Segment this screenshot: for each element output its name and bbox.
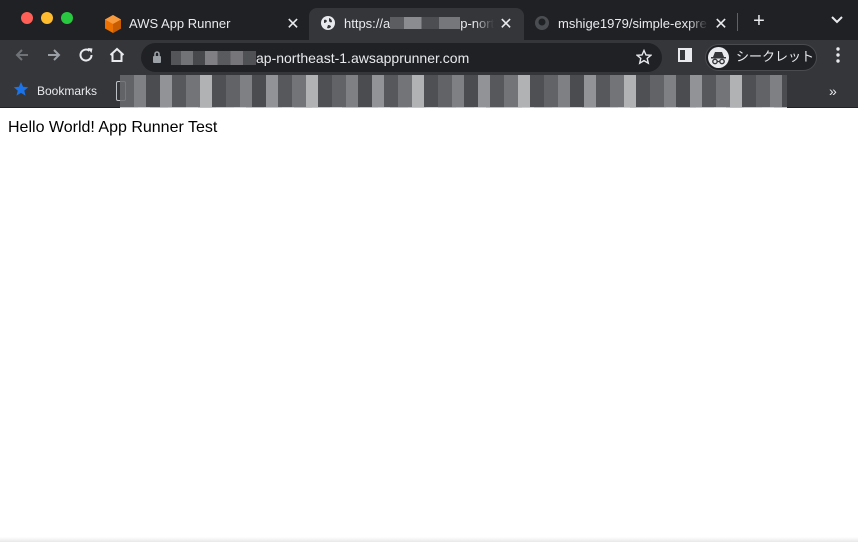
maximize-window-button[interactable] (61, 12, 73, 24)
address-bar[interactable]: ap-northeast-1.awsapprunner.com (141, 43, 662, 72)
new-tab-button[interactable]: + (748, 10, 770, 32)
reload-icon (77, 46, 95, 69)
bookmarks-overflow-button[interactable]: » (829, 82, 837, 100)
chrome-menu-button[interactable] (825, 44, 851, 70)
forward-arrow-icon (45, 46, 63, 69)
window-bottom-edge (0, 537, 858, 542)
more-vert-icon (835, 46, 841, 69)
star-icon (13, 81, 29, 102)
tab-title: https://ap-nort (344, 15, 494, 33)
tab-aws-app-runner[interactable]: AWS App Runner ✕ (92, 8, 308, 40)
url-host: ap-northeast-1.awsapprunner.com (256, 50, 470, 66)
tab-title: mshige1979/simple-expre (558, 16, 707, 31)
reload-button[interactable] (73, 44, 99, 70)
bookmarks-label: Bookmarks (37, 84, 98, 98)
minimize-window-button[interactable] (41, 12, 53, 24)
url-text[interactable]: ap-northeast-1.awsapprunner.com (171, 49, 469, 67)
back-button[interactable] (9, 44, 35, 70)
chevron-down-icon (830, 12, 844, 30)
tab-search-button[interactable] (826, 10, 848, 32)
globe-icon (320, 15, 336, 34)
close-tab-icon[interactable]: ✕ (283, 14, 303, 34)
home-icon (108, 46, 126, 69)
close-tab-icon[interactable]: ✕ (711, 14, 731, 34)
side-panel-button[interactable] (672, 44, 698, 70)
redacted-text (390, 17, 461, 29)
page-content: Hello World! App Runner Test (0, 108, 858, 542)
bookmark-star-icon[interactable] (635, 48, 653, 70)
profile-label: シークレット (736, 50, 815, 65)
forward-button[interactable] (41, 44, 67, 70)
home-button[interactable] (104, 44, 130, 70)
github-icon (534, 15, 550, 34)
lock-icon[interactable] (152, 50, 162, 69)
bookmarks-bar: Bookmarks » (0, 75, 858, 119)
incognito-profile-chip[interactable]: シークレット (705, 44, 817, 71)
side-panel-icon (677, 47, 693, 68)
hello-world-text: Hello World! App Runner Test (8, 119, 218, 136)
redacted-url-segment (171, 51, 256, 65)
tab-title: AWS App Runner (129, 16, 231, 31)
back-arrow-icon (13, 46, 31, 69)
aws-app-runner-cube-icon (104, 14, 122, 37)
close-tab-icon[interactable]: ✕ (496, 14, 516, 34)
bookmarks-folder[interactable]: Bookmarks (13, 81, 98, 102)
tab-separator (737, 13, 738, 31)
tab-active-app-url[interactable]: https://ap-nort ✕ (309, 8, 524, 40)
tab-title-prefix: https://a (344, 16, 391, 31)
tab-github-repo[interactable]: mshige1979/simple-expre ✕ (524, 8, 738, 40)
toolbar: ap-northeast-1.awsapprunner.com シークレット (0, 40, 858, 75)
incognito-icon (708, 47, 729, 68)
browser-window: AWS App Runner ✕ https://ap-nort ✕ mshi (0, 0, 858, 542)
tab-strip: AWS App Runner ✕ https://ap-nort ✕ mshi (0, 0, 858, 40)
close-window-button[interactable] (21, 12, 33, 24)
